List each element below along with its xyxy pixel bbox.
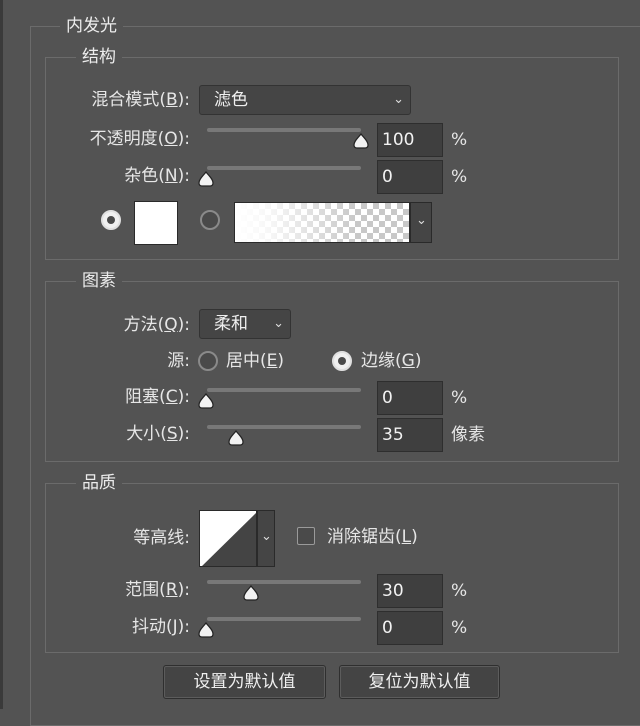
choke-slider-thumb[interactable] <box>197 393 215 409</box>
range-slider-thumb[interactable] <box>242 585 260 601</box>
jitter-label: 抖动(J): <box>131 617 190 637</box>
contour-label: 等高线: <box>133 528 190 548</box>
contour-dropdown-button[interactable]: ⌄ <box>257 510 275 567</box>
contour-curve-icon <box>202 512 256 566</box>
chevron-down-icon: ⌄ <box>261 529 272 544</box>
antialias-label[interactable]: 消除锯齿(L) <box>327 526 418 548</box>
structure-legend: 结构 <box>76 47 122 67</box>
choke-unit: % <box>451 388 468 408</box>
size-input[interactable]: 35 <box>377 418 443 452</box>
method-value: 柔和 <box>214 314 248 334</box>
gradient-preview[interactable] <box>234 202 410 243</box>
make-default-button[interactable]: 设置为默认值 <box>163 665 326 699</box>
source-edge-label[interactable]: 边缘(G) <box>361 350 421 372</box>
inner-glow-title: 内发光 <box>60 16 123 36</box>
left-panel-edge <box>0 0 3 709</box>
size-label: 大小(S): <box>126 424 190 444</box>
contour-preview[interactable] <box>199 510 257 567</box>
antialias-checkbox[interactable] <box>297 527 315 545</box>
jitter-slider-thumb[interactable] <box>197 622 215 638</box>
choke-slider-track[interactable] <box>207 388 361 392</box>
opacity-label: 不透明度(O): <box>89 129 190 149</box>
opacity-slider-thumb[interactable] <box>352 133 370 149</box>
noise-label: 杂色(N): <box>124 166 190 186</box>
source-label: 源: <box>167 351 190 371</box>
range-input[interactable]: 30 <box>377 574 443 608</box>
method-select[interactable]: 柔和 ⌄ <box>199 309 291 339</box>
color-swatch[interactable] <box>134 201 178 245</box>
source-edge-radio[interactable] <box>332 351 352 371</box>
opacity-slider-track[interactable] <box>207 128 361 132</box>
noise-unit: % <box>451 167 468 187</box>
method-label: 方法(Q): <box>123 315 190 335</box>
jitter-unit: % <box>451 618 468 638</box>
noise-input[interactable]: 0 <box>377 160 443 194</box>
size-slider-thumb[interactable] <box>227 430 245 446</box>
choke-label: 阻塞(C): <box>125 387 190 407</box>
source-center-radio[interactable] <box>198 351 218 371</box>
jitter-input[interactable]: 0 <box>377 611 443 645</box>
elements-legend: 图素 <box>76 271 122 291</box>
blend-mode-label: 混合模式(B): <box>91 90 190 110</box>
noise-slider-track[interactable] <box>207 166 361 170</box>
noise-slider-thumb[interactable] <box>197 171 215 187</box>
size-slider-track[interactable] <box>207 425 361 429</box>
chevron-down-icon: ⌄ <box>273 316 284 331</box>
opacity-input[interactable]: 100 <box>377 123 443 157</box>
blend-mode-select[interactable]: 滤色 ⌄ <box>199 85 411 115</box>
chevron-down-icon: ⌄ <box>416 213 427 228</box>
range-label: 范围(R): <box>125 580 190 600</box>
gradient-fade <box>235 203 409 242</box>
solid-color-radio[interactable] <box>101 210 121 230</box>
blend-mode-value: 滤色 <box>214 90 248 110</box>
choke-input[interactable]: 0 <box>377 381 443 415</box>
source-center-label[interactable]: 居中(E) <box>226 350 284 372</box>
range-unit: % <box>451 581 468 601</box>
gradient-radio[interactable] <box>200 210 220 230</box>
size-unit: 像素 <box>451 425 485 445</box>
quality-legend: 品质 <box>76 473 122 493</box>
opacity-unit: % <box>451 130 468 150</box>
reset-default-button[interactable]: 复位为默认值 <box>339 665 500 699</box>
jitter-slider-track[interactable] <box>207 617 361 621</box>
gradient-dropdown-button[interactable]: ⌄ <box>410 202 432 243</box>
range-slider-track[interactable] <box>207 580 361 584</box>
chevron-down-icon: ⌄ <box>393 92 404 107</box>
